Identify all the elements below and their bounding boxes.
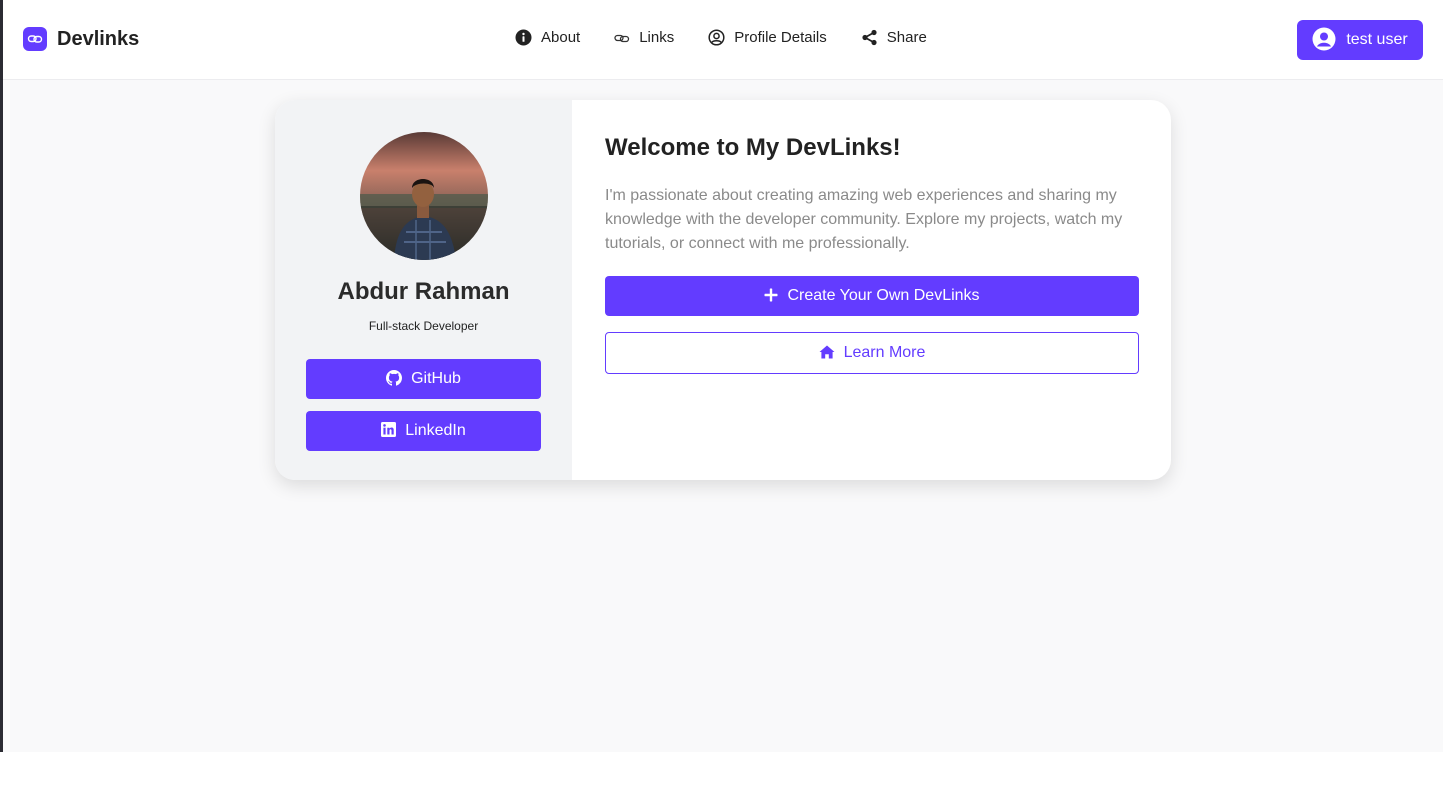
github-label: GitHub	[411, 370, 461, 387]
nav-item-profile-details[interactable]: Profile Details	[708, 29, 827, 46]
user-menu-button[interactable]: test user	[1297, 20, 1423, 60]
nav-item-links[interactable]: Links	[614, 29, 674, 46]
brand-name: Devlinks	[57, 27, 140, 50]
app-root: Devlinks About Links Profile Details Sha…	[3, 0, 1443, 752]
link-icon	[23, 27, 47, 51]
plus-icon	[764, 288, 778, 305]
bottom-blank-area	[0, 752, 1443, 811]
user-label: test user	[1346, 31, 1408, 48]
link-icon	[614, 30, 630, 46]
profile-title: Full-stack Developer	[368, 319, 479, 333]
github-button[interactable]: GitHub	[306, 359, 541, 399]
user-circle-icon	[708, 29, 725, 46]
nav-item-share[interactable]: Share	[861, 29, 927, 46]
nav-item-about[interactable]: About	[515, 29, 580, 46]
linkedin-icon	[381, 422, 397, 440]
profile-name: Abdur Rahman	[337, 278, 510, 305]
brand[interactable]: Devlinks	[23, 27, 139, 51]
profile-card: Abdur Rahman Full-stack Developer GitHub	[275, 100, 1171, 480]
profile-sidebar: Abdur Rahman Full-stack Developer GitHub	[275, 100, 572, 480]
nav-label-profile-details: Profile Details	[734, 29, 827, 46]
avatar	[359, 132, 488, 260]
create-devlinks-button[interactable]: Create Your Own DevLinks	[605, 276, 1139, 316]
nav-label-links: Links	[639, 29, 675, 46]
info-icon	[515, 29, 532, 46]
welcome-description: I'm passionate about creating amazing we…	[605, 187, 1123, 252]
learn-more-button[interactable]: Learn More	[605, 332, 1139, 374]
main-nav: About Links Profile Details Share	[515, 29, 927, 46]
create-devlinks-label: Create Your Own DevLinks	[787, 287, 980, 304]
share-icon	[861, 29, 878, 46]
linkedin-button[interactable]: LinkedIn	[306, 411, 541, 451]
home-icon	[819, 345, 835, 362]
top-navbar: Devlinks About Links Profile Details Sha…	[3, 0, 1443, 80]
welcome-heading: Welcome to My DevLinks!	[605, 134, 901, 161]
github-icon	[386, 369, 403, 389]
learn-more-label: Learn More	[843, 344, 926, 361]
welcome-pane: Welcome to My DevLinks! I'm passionate a…	[572, 100, 1171, 480]
linkedin-label: LinkedIn	[405, 422, 466, 439]
nav-label-share: Share	[886, 29, 927, 46]
user-circle-icon	[1312, 27, 1336, 54]
nav-label-about: About	[541, 29, 581, 46]
